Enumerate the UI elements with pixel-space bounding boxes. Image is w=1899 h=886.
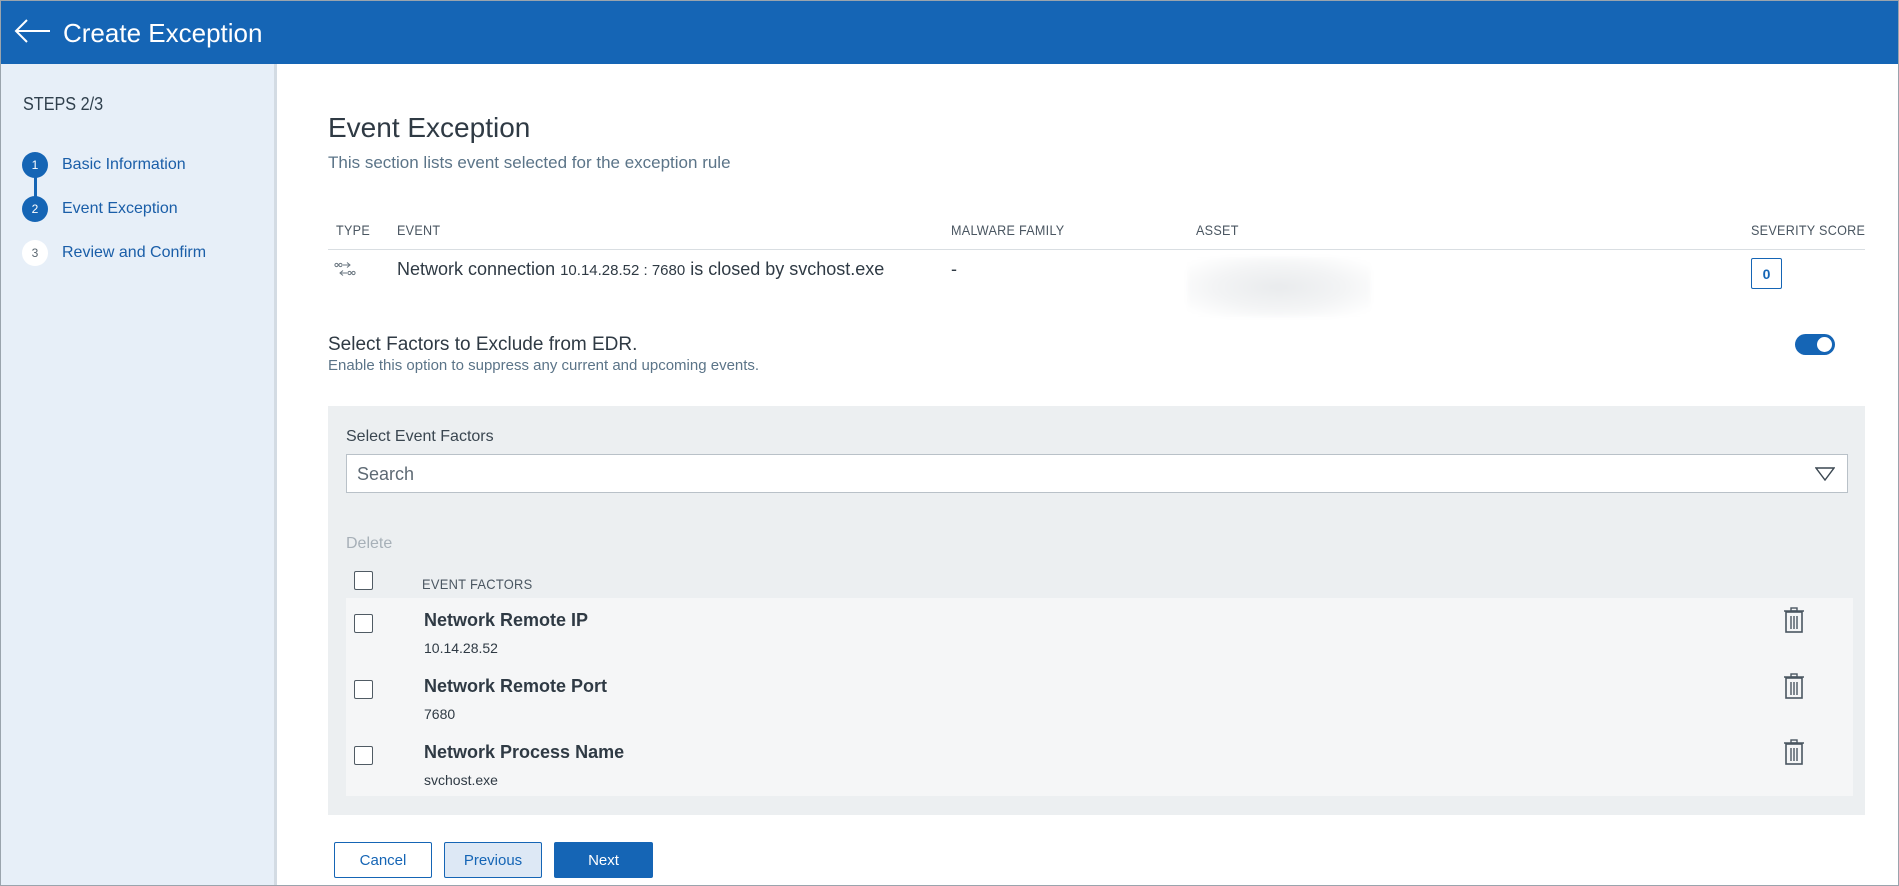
- trash-icon[interactable]: [1783, 739, 1805, 765]
- table-divider: [328, 249, 1865, 250]
- list-item: [346, 730, 1853, 796]
- row-checkbox[interactable]: [354, 746, 373, 765]
- previous-button[interactable]: Previous: [444, 842, 542, 878]
- column-header-event-factors: EVENT FACTORS: [422, 576, 533, 592]
- factors-title: Select Factors to Exclude from EDR.: [328, 334, 638, 355]
- step-review-and-confirm[interactable]: 3 Review and Confirm: [22, 240, 206, 266]
- cancel-button[interactable]: Cancel: [334, 842, 432, 878]
- factors-subtitle: Enable this option to suppress any curre…: [328, 357, 760, 374]
- column-header-event: EVENT: [397, 222, 441, 238]
- column-header-severity-score: SEVERITY SCORE: [1751, 222, 1866, 238]
- factor-name: Network Process Name: [424, 742, 625, 762]
- event-prefix: Network connection: [397, 259, 561, 279]
- step-basic-information[interactable]: 1 Basic Information: [22, 152, 186, 178]
- delete-button[interactable]: Delete: [346, 535, 392, 553]
- step-label: Review and Confirm: [62, 244, 207, 261]
- event-ip-port: 10.14.28.52 : 7680: [560, 262, 686, 279]
- trash-icon[interactable]: [1783, 673, 1805, 699]
- severity-score-badge: 0: [1751, 258, 1782, 289]
- section-subtitle: This section lists event selected for th…: [328, 153, 731, 172]
- select-all-checkbox[interactable]: [354, 571, 373, 590]
- factor-value: svchost.exe: [424, 772, 498, 788]
- select-event-factors-label: Select Event Factors: [346, 428, 494, 445]
- steps-title: STEPS 2/3: [23, 94, 104, 114]
- step-label: Basic Information: [62, 156, 186, 173]
- steps-sidebar: [1, 64, 277, 885]
- trash-icon[interactable]: [1783, 607, 1805, 633]
- column-header-type: TYPE: [336, 222, 370, 238]
- step-number-badge: 1: [22, 152, 48, 178]
- section-title: Event Exception: [328, 112, 531, 143]
- step-label: Event Exception: [62, 200, 178, 217]
- toggle-knob: [1817, 337, 1832, 352]
- step-number-badge: 2: [22, 196, 48, 222]
- factor-name: Network Remote Port: [424, 676, 608, 696]
- event-suffix: is closed by svchost.exe: [685, 259, 885, 279]
- malware-family-value: -: [951, 259, 957, 279]
- factor-value: 10.14.28.52: [424, 640, 498, 656]
- step-connector: [34, 176, 37, 198]
- list-item: [346, 664, 1853, 730]
- factor-name: Network Remote IP: [424, 610, 589, 630]
- factor-value: 7680: [424, 706, 456, 722]
- chevron-down-icon[interactable]: [1814, 467, 1836, 482]
- network-connection-icon: [334, 260, 356, 280]
- page-header: Create Exception: [1, 1, 1898, 64]
- event-description: Network connection 10.14.28.52 : 7680 is…: [397, 259, 884, 280]
- search-placeholder: Search: [357, 464, 415, 484]
- step-event-exception[interactable]: 2 Event Exception: [22, 196, 178, 222]
- row-checkbox[interactable]: [354, 680, 373, 699]
- column-header-malware-family: MALWARE FAMILY: [951, 222, 1065, 238]
- row-checkbox[interactable]: [354, 614, 373, 633]
- asset-redacted: [1187, 257, 1371, 317]
- page-title: Create Exception: [63, 18, 263, 48]
- arrow-left-icon[interactable]: [13, 15, 53, 47]
- column-header-asset: ASSET: [1196, 222, 1239, 238]
- exclude-factors-toggle[interactable]: [1795, 334, 1835, 355]
- event-factors-search-input[interactable]: Search: [346, 454, 1848, 493]
- list-item: [346, 598, 1853, 664]
- step-number-badge: 3: [22, 240, 48, 266]
- next-button[interactable]: Next: [554, 842, 653, 878]
